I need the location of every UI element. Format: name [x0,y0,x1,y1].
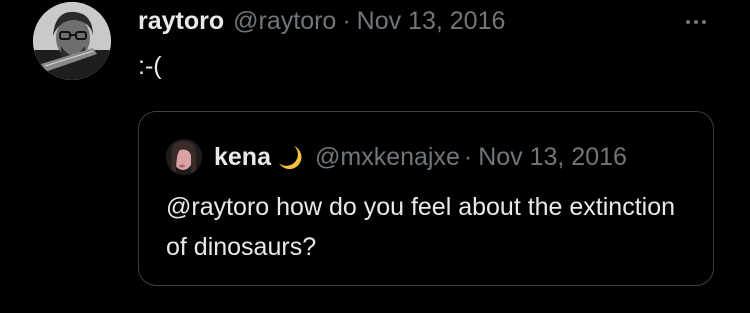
quoted-tweet[interactable]: kena @mxkenajxe · Nov 13, 2016 @raytoro … [138,111,714,286]
more-dot [702,20,706,24]
quoted-separator-dot: · [463,142,473,171]
tweet-text: :-( [138,52,162,80]
tweet[interactable]: raytoro @raytoro · Nov 13, 2016 :-( kena [0,0,750,313]
quoted-avatar[interactable] [166,139,202,175]
avatar-image [33,2,111,80]
author-name[interactable]: raytoro [138,7,224,36]
avatar[interactable] [33,2,111,80]
quoted-avatar-image [166,139,202,175]
quoted-author-handle[interactable]: @mxkenajxe [315,143,460,172]
quoted-tweet-date[interactable]: Nov 13, 2016 [478,143,627,172]
tweet-date[interactable]: Nov 13, 2016 [357,7,506,36]
tweet-header: raytoro @raytoro · Nov 13, 2016 [138,4,505,38]
more-options-icon[interactable] [676,10,716,34]
crescent-moon-icon [275,143,303,171]
more-dot [686,20,690,24]
quoted-tweet-header: kena @mxkenajxe · Nov 13, 2016 [214,140,694,174]
more-dot [694,20,698,24]
separator-dot: · [342,6,351,35]
quoted-author-name[interactable]: kena [214,143,271,172]
quoted-tweet-text: @raytoro how do you feel about the extin… [166,193,676,261]
author-handle[interactable]: @raytoro [233,7,336,36]
